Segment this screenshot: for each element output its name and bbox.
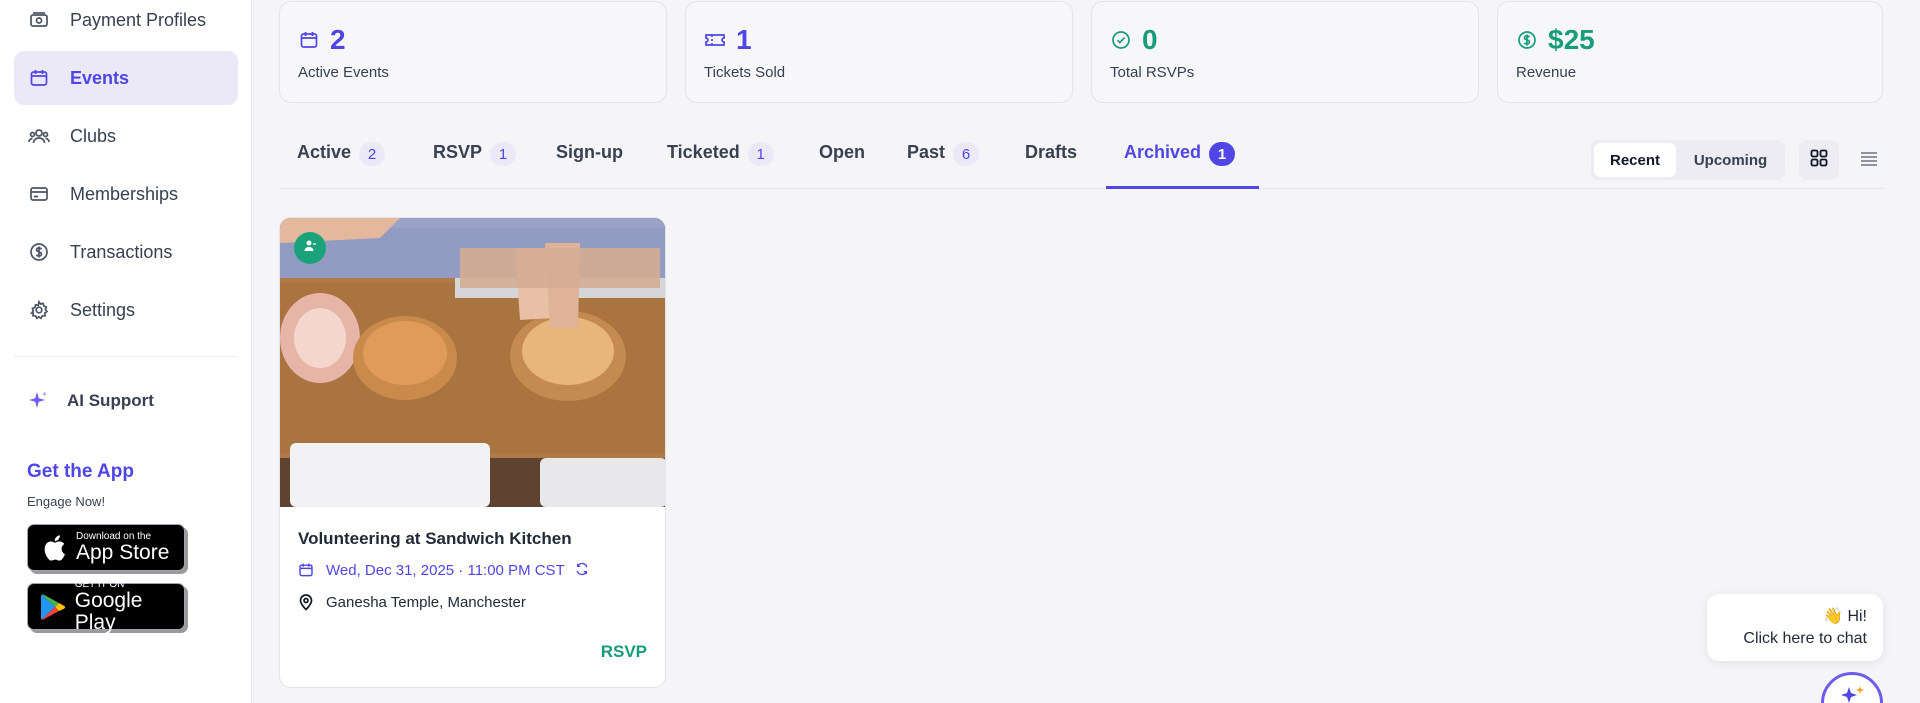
sidebar-item-label: Payment Profiles bbox=[70, 9, 207, 30]
apple-icon bbox=[40, 533, 68, 563]
tab-label: Ticketed bbox=[667, 142, 740, 162]
tab-label: Past bbox=[907, 142, 946, 162]
stat-label: Revenue bbox=[1516, 64, 1577, 81]
sidebar-item-label: Settings bbox=[70, 299, 136, 320]
event-date: Wed, Dec 31, 2025 · 11:00 PM CST bbox=[298, 561, 591, 579]
sidebar-item-settings[interactable]: Settings bbox=[14, 283, 238, 337]
users-icon bbox=[28, 125, 50, 147]
recurring-icon bbox=[575, 562, 591, 578]
chat-prompt: Click here to chat bbox=[1743, 630, 1867, 647]
ai-support-link[interactable]: AI Support bbox=[27, 390, 154, 412]
tab-label: RSVP bbox=[433, 142, 483, 162]
stat-value: $25 bbox=[1548, 24, 1595, 55]
tab-count: 1 bbox=[1209, 142, 1236, 166]
event-datetime: Wed, Dec 31, 2025 · 11:00 PM CST bbox=[326, 561, 565, 579]
list-icon bbox=[1860, 150, 1878, 171]
stat-label: Tickets Sold bbox=[704, 64, 786, 81]
sidebar-item-events[interactable]: Events bbox=[14, 51, 238, 105]
tab-drafts[interactable]: Drafts bbox=[1025, 142, 1077, 188]
sidebar-item-label: Clubs bbox=[70, 125, 117, 146]
calendar-icon bbox=[28, 67, 50, 89]
tab-active[interactable]: Active 2 bbox=[297, 142, 386, 188]
event-type-badge: RSVP bbox=[600, 642, 647, 661]
engage-text: Engage Now! bbox=[27, 494, 106, 509]
card-icon bbox=[28, 183, 50, 205]
list-view-button[interactable] bbox=[1849, 140, 1889, 180]
tab-label: Active bbox=[297, 142, 352, 162]
sidebar-item-clubs[interactable]: Clubs bbox=[14, 109, 238, 163]
location-pin-icon bbox=[298, 593, 316, 611]
sidebar-item-label: Events bbox=[70, 67, 130, 88]
sort-toggle: Recent Upcoming bbox=[1591, 140, 1785, 180]
app-store-text: Download on the App Store bbox=[76, 531, 169, 564]
stat-value: 2 bbox=[330, 24, 346, 55]
payment-icon bbox=[28, 9, 50, 31]
tab-ticketed[interactable]: Ticketed 1 bbox=[667, 142, 774, 188]
tab-active-indicator bbox=[1106, 186, 1259, 189]
sidebar: Payment Profiles Events Clubs Membership… bbox=[0, 0, 252, 703]
stat-total-rsvps: 0 Total RSVPs bbox=[1091, 1, 1479, 103]
user-icon bbox=[303, 239, 317, 258]
event-location-text: Ganesha Temple, Manchester bbox=[326, 593, 526, 611]
event-card[interactable]: Volunteering at Sandwich Kitchen Wed, De… bbox=[279, 217, 666, 688]
volunteer-badge bbox=[294, 232, 326, 264]
tab-archived[interactable]: Archived 1 bbox=[1124, 142, 1236, 188]
sidebar-item-label: Memberships bbox=[70, 183, 179, 204]
stat-tickets-sold: 1 Tickets Sold bbox=[685, 1, 1073, 103]
tab-label: Open bbox=[819, 142, 866, 162]
tab-label: Archived bbox=[1124, 142, 1202, 162]
tab-open[interactable]: Open bbox=[819, 142, 865, 188]
chat-bubble[interactable]: 👋 Hi! Click here to chat bbox=[1707, 594, 1883, 661]
grid-view-button[interactable] bbox=[1799, 140, 1839, 180]
tab-label: Sign-up bbox=[556, 142, 623, 162]
stat-label: Total RSVPs bbox=[1110, 64, 1195, 81]
calendar-icon bbox=[298, 29, 320, 51]
stat-revenue: $25 Revenue bbox=[1497, 1, 1883, 103]
sidebar-item-transactions[interactable]: Transactions bbox=[14, 225, 238, 279]
tab-count: 2 bbox=[359, 142, 386, 166]
stat-label: Active Events bbox=[298, 64, 389, 81]
event-image bbox=[280, 218, 665, 507]
stat-value: 0 bbox=[1142, 24, 1158, 55]
sidebar-divider bbox=[14, 356, 238, 357]
app-store-button[interactable]: Download on the App Store bbox=[27, 524, 185, 571]
sidebar-item-memberships[interactable]: Memberships bbox=[14, 167, 238, 221]
tab-count: 1 bbox=[490, 142, 517, 166]
google-play-button[interactable]: GET IT ON Google Play bbox=[27, 579, 185, 634]
get-app-heading: Get the App bbox=[27, 461, 134, 482]
grid-icon bbox=[1810, 149, 1828, 172]
sidebar-item-label: Transactions bbox=[70, 241, 173, 262]
event-title[interactable]: Volunteering at Sandwich Kitchen bbox=[298, 529, 572, 549]
tab-count: 6 bbox=[953, 142, 980, 166]
check-circle-icon bbox=[1110, 29, 1132, 51]
sort-recent-button[interactable]: Recent bbox=[1594, 143, 1676, 177]
sidebar-item-payment-profiles[interactable]: Payment Profiles bbox=[14, 0, 238, 47]
sparkle-icon bbox=[1837, 685, 1867, 703]
ticket-icon bbox=[704, 29, 726, 51]
tab-label: Drafts bbox=[1025, 142, 1078, 162]
tab-rsvp[interactable]: RSVP 1 bbox=[433, 142, 517, 188]
ai-support-label: AI Support bbox=[67, 391, 154, 410]
sparkle-icon bbox=[27, 390, 49, 412]
chat-launcher-button[interactable] bbox=[1821, 672, 1883, 703]
google-play-icon bbox=[40, 592, 67, 622]
calendar-icon bbox=[298, 561, 316, 579]
tab-past[interactable]: Past 6 bbox=[907, 142, 980, 188]
stat-active-events: 2 Active Events bbox=[279, 1, 667, 103]
dollar-circle-icon bbox=[28, 241, 50, 263]
google-play-big: Google Play bbox=[74, 589, 143, 634]
dollar-circle-icon bbox=[1516, 29, 1538, 51]
gear-icon bbox=[28, 299, 50, 321]
event-location: Ganesha Temple, Manchester bbox=[298, 593, 526, 611]
chat-greeting: 👋 Hi! bbox=[1823, 608, 1867, 625]
tab-count: 1 bbox=[747, 142, 774, 166]
google-play-text: GET IT ON Google Play bbox=[75, 579, 184, 634]
app-store-big: App Store bbox=[76, 541, 170, 564]
tab-sign-up[interactable]: Sign-up bbox=[556, 142, 623, 188]
stat-value: 1 bbox=[736, 24, 752, 55]
sort-upcoming-button[interactable]: Upcoming bbox=[1679, 143, 1782, 177]
